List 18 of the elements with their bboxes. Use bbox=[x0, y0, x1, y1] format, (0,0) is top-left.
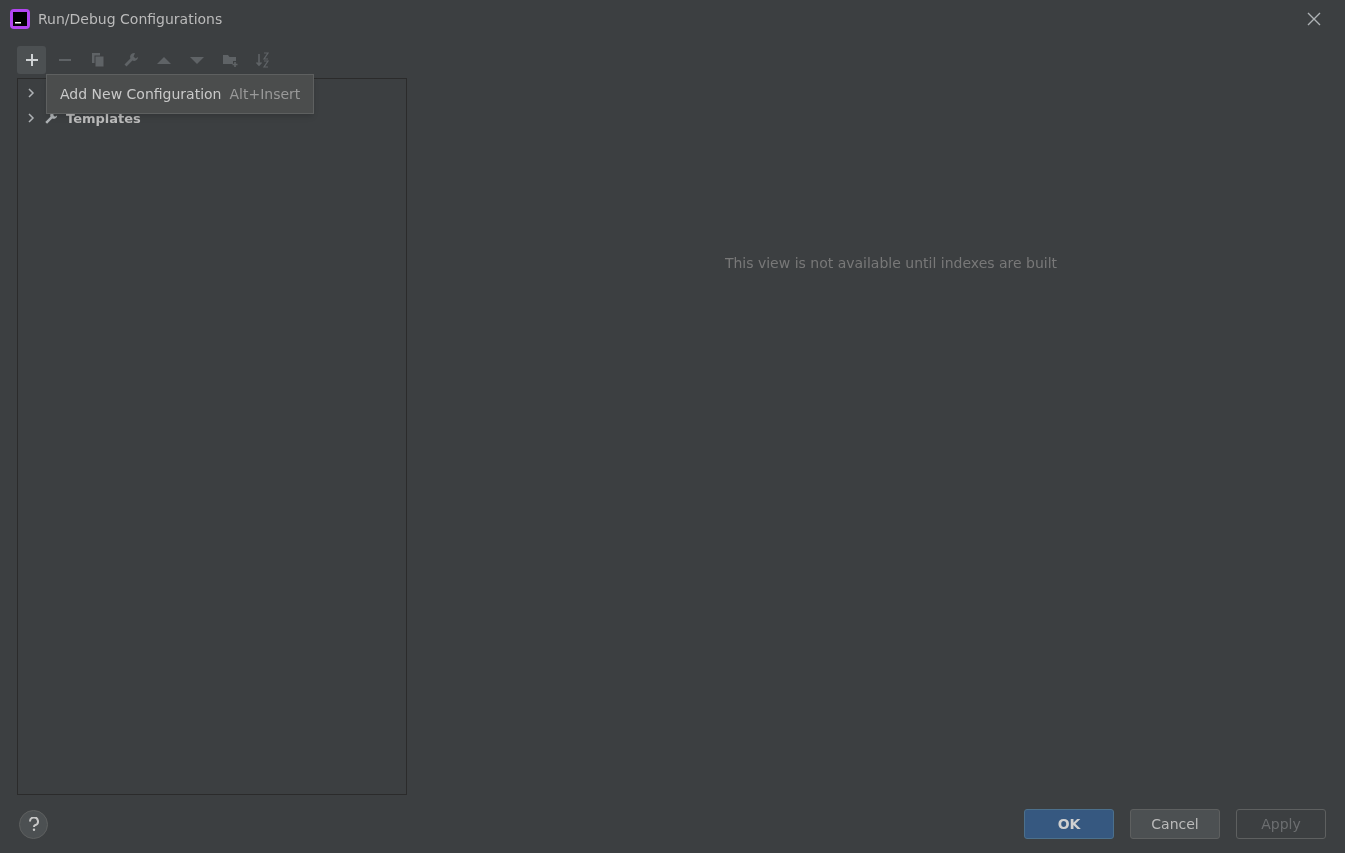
tooltip-text: Add New Configuration bbox=[60, 84, 222, 104]
dialog-button[interactable]: Cancel bbox=[1130, 809, 1220, 839]
chevron-icon[interactable] bbox=[26, 113, 36, 124]
question-icon bbox=[27, 817, 40, 831]
minus-icon bbox=[58, 58, 71, 61]
window-title: Run/Debug Configurations bbox=[38, 9, 224, 29]
close-icon[interactable] bbox=[1307, 12, 1321, 26]
app-logo-icon bbox=[10, 9, 30, 29]
copy-icon bbox=[89, 51, 106, 68]
toolbar-button[interactable] bbox=[17, 45, 46, 74]
empty-state-message: This view is not available until indexes are built bbox=[724, 254, 1058, 273]
plus-icon bbox=[23, 51, 40, 68]
shortcut-text: Alt+Insert bbox=[229, 84, 301, 104]
dialog-button[interactable]: OK bbox=[1024, 809, 1114, 839]
wrench-icon bbox=[122, 51, 139, 68]
chevron-icon[interactable] bbox=[26, 88, 36, 99]
help-button[interactable] bbox=[19, 809, 48, 839]
sort-icon bbox=[254, 51, 271, 68]
